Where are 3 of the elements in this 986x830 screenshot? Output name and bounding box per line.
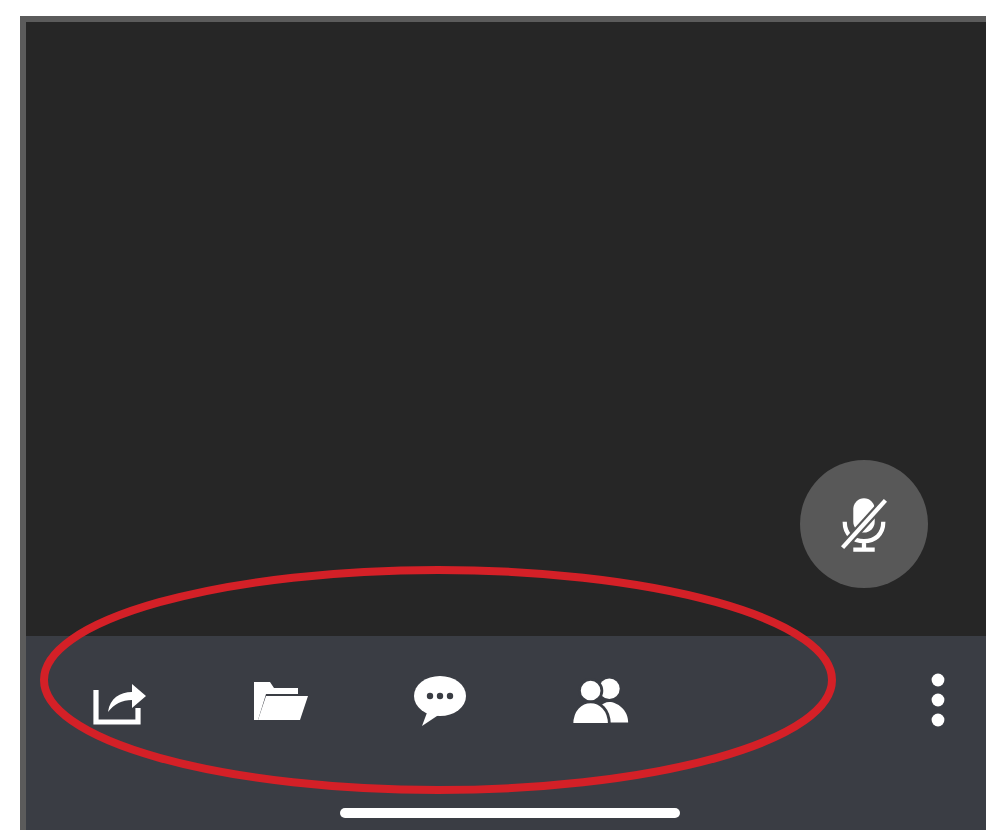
chat-bubble-icon[interactable] xyxy=(410,672,470,728)
people-icon[interactable] xyxy=(570,672,630,728)
more-icon[interactable] xyxy=(930,672,946,728)
